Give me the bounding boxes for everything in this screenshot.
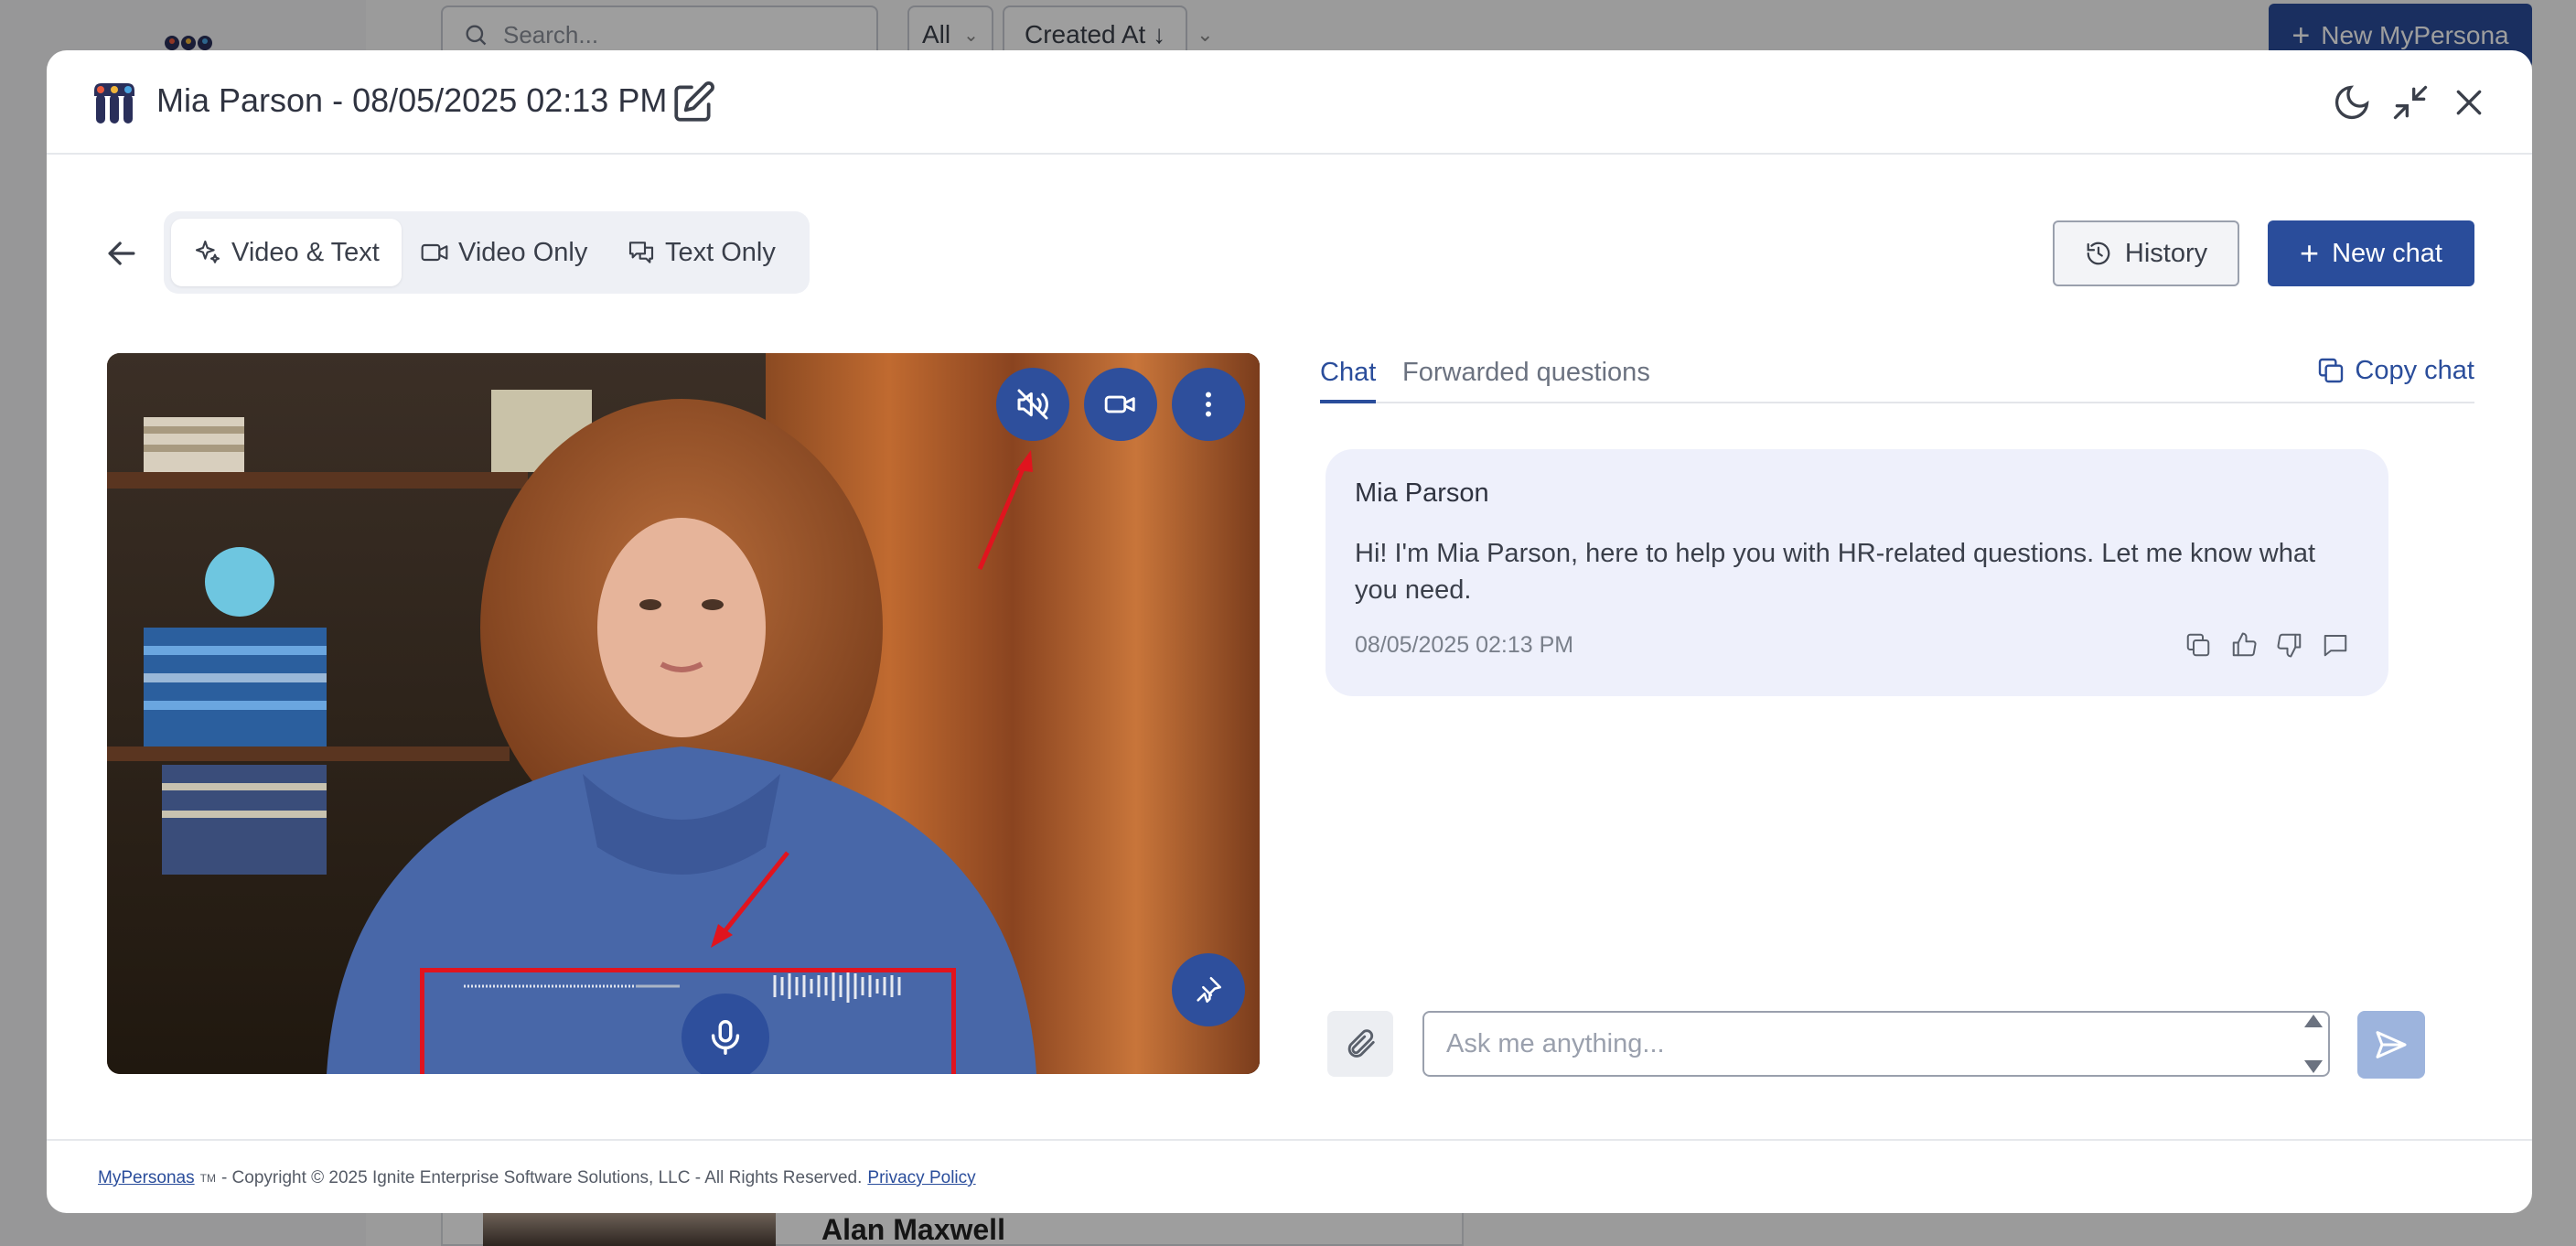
message-timestamp: 08/05/2025 02:13 PM bbox=[1355, 632, 1574, 658]
camera-icon bbox=[1104, 395, 1135, 414]
history-icon bbox=[2087, 242, 2110, 265]
message-actions bbox=[2182, 628, 2352, 661]
attach-button[interactable] bbox=[1327, 1011, 1393, 1077]
tab-label: Video & Text bbox=[231, 237, 380, 267]
history-button[interactable]: History bbox=[2053, 220, 2239, 286]
mypersonas-link[interactable]: MyPersonas bbox=[98, 1168, 195, 1188]
avatar-video-frame bbox=[107, 353, 1260, 1074]
tab-label: Video Only bbox=[458, 237, 588, 267]
sparkle-icon bbox=[195, 240, 220, 263]
tab-video-only[interactable]: Video Only bbox=[398, 219, 609, 286]
privacy-policy-link[interactable]: Privacy Policy bbox=[867, 1168, 975, 1188]
moon-icon[interactable] bbox=[2327, 78, 2377, 127]
modal-title: Mia Parson - 08/05/2025 02:13 PM bbox=[156, 81, 668, 119]
copy-chat-button[interactable]: Copy chat bbox=[2316, 345, 2474, 396]
pin-button[interactable] bbox=[1172, 953, 1245, 1026]
thumbs-down-icon[interactable] bbox=[2273, 628, 2306, 661]
tab-text-only[interactable]: Text Only bbox=[605, 219, 798, 286]
minimize-icon[interactable] bbox=[2386, 78, 2435, 127]
comment-icon[interactable] bbox=[2319, 628, 2352, 661]
paperclip-icon bbox=[1347, 1029, 1375, 1058]
send-icon bbox=[2376, 1031, 2407, 1058]
copy-icon bbox=[2319, 358, 2344, 383]
plus-icon: + bbox=[2300, 234, 2320, 272]
close-icon[interactable] bbox=[2444, 78, 2494, 127]
chat-message: Mia Parson Hi! I'm Mia Parson, here to h… bbox=[1326, 449, 2388, 696]
chat-bubbles-icon bbox=[628, 242, 654, 263]
ask-input[interactable] bbox=[1422, 1011, 2330, 1077]
new-chat-button[interactable]: + New chat bbox=[2268, 220, 2474, 286]
mypersonas-logo-icon bbox=[94, 83, 134, 124]
thumbs-up-icon[interactable] bbox=[2227, 628, 2260, 661]
input-resize-arrows[interactable] bbox=[2301, 1015, 2326, 1073]
tab-chat[interactable]: Chat bbox=[1320, 345, 1377, 403]
modal-footer: MyPersonas TM - Copyright © 2025 Ignite E… bbox=[47, 1139, 2532, 1213]
back-arrow-icon[interactable] bbox=[102, 233, 142, 274]
trademark: TM bbox=[199, 1172, 216, 1185]
more-options-button[interactable] bbox=[1172, 368, 1245, 441]
microphone-button[interactable] bbox=[682, 994, 769, 1074]
mute-button[interactable] bbox=[996, 368, 1069, 441]
chat-modal: Mia Parson - 08/05/2025 02:13 PM Video &… bbox=[47, 50, 2532, 1213]
mic-icon bbox=[711, 1020, 740, 1055]
copyright-text: - Copyright © 2025 Ignite Enterprise Sof… bbox=[220, 1168, 863, 1187]
footer-text: MyPersonas TM - Copyright © 2025 Ignite E… bbox=[98, 1168, 976, 1188]
copy-chat-label: Copy chat bbox=[2355, 356, 2474, 385]
pin-icon bbox=[1197, 976, 1222, 1004]
camera-button[interactable] bbox=[1084, 368, 1157, 441]
tab-forwarded-questions[interactable]: Forwarded questions bbox=[1402, 345, 1650, 400]
modal-header: Mia Parson - 08/05/2025 02:13 PM bbox=[47, 50, 2532, 155]
mode-tabs: Video & Text Video Only Text Only bbox=[164, 211, 810, 294]
chat-tabs: Chat Forwarded questions Copy chat bbox=[1320, 345, 2474, 403]
more-vertical-icon bbox=[1206, 392, 1211, 417]
tab-video-and-text[interactable]: Video & Text bbox=[171, 219, 402, 286]
new-chat-label: New chat bbox=[2332, 238, 2442, 268]
history-label: History bbox=[2124, 238, 2208, 268]
avatar-video[interactable] bbox=[107, 353, 1260, 1074]
mute-icon bbox=[1017, 389, 1048, 420]
message-sender: Mia Parson bbox=[1355, 478, 1489, 508]
copy-message-icon[interactable] bbox=[2182, 628, 2215, 661]
caret-down-icon bbox=[2304, 1060, 2323, 1073]
send-button[interactable] bbox=[2357, 1011, 2425, 1079]
tab-label: Text Only bbox=[665, 237, 776, 267]
video-icon bbox=[421, 243, 448, 262]
message-text: Hi! I'm Mia Parson, here to help you wit… bbox=[1355, 539, 2316, 605]
caret-up-icon bbox=[2304, 1015, 2323, 1027]
edit-icon[interactable] bbox=[671, 80, 716, 125]
